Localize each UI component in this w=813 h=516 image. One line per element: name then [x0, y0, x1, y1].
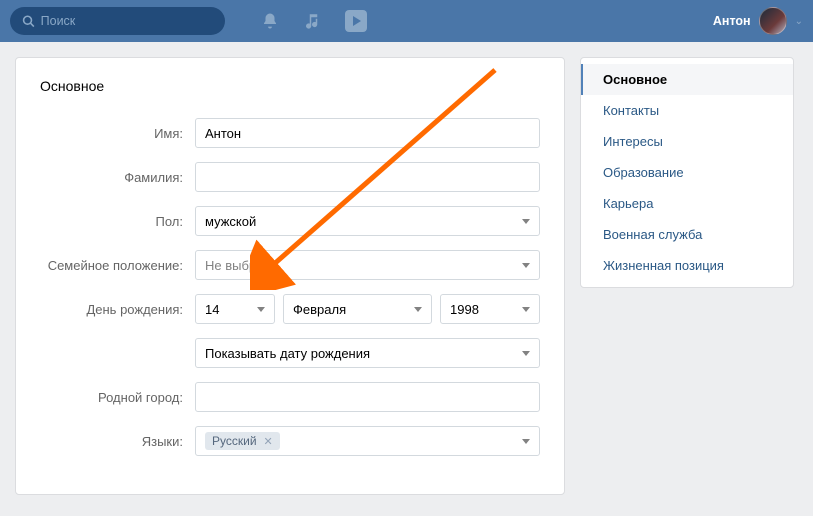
remove-language-icon[interactable]: ✕ [261, 435, 276, 448]
languages-select[interactable]: Русский ✕ [195, 426, 540, 456]
bell-icon[interactable] [261, 12, 279, 30]
label-relationship: Семейное положение: [40, 258, 195, 273]
chevron-down-icon [522, 307, 530, 312]
music-icon[interactable] [303, 12, 321, 30]
chevron-down-icon [257, 307, 265, 312]
label-hometown: Родной город: [40, 390, 195, 405]
bday-visibility-value: Показывать дату рождения [205, 346, 370, 361]
relationship-value: Не выбрано [205, 258, 278, 273]
bday-visibility-select[interactable]: Показывать дату рождения [195, 338, 540, 368]
chevron-down-icon [522, 219, 530, 224]
user-name: Антон [713, 14, 751, 28]
row-bday-visibility: Показывать дату рождения [40, 338, 540, 368]
language-token-label: Русский [212, 434, 257, 448]
first-name-input[interactable] [205, 126, 530, 141]
label-gender: Пол: [40, 214, 195, 229]
birth-month-select[interactable]: Февраля [283, 294, 432, 324]
play-icon[interactable] [345, 10, 367, 32]
label-first-name: Имя: [40, 126, 195, 141]
sidebar-item-career[interactable]: Карьера [581, 188, 793, 219]
row-hometown: Родной город: [40, 382, 540, 412]
row-first-name: Имя: [40, 118, 540, 148]
row-last-name: Фамилия: [40, 162, 540, 192]
row-relationship: Семейное положение: Не выбрано [40, 250, 540, 280]
input-last-name-wrap [195, 162, 540, 192]
input-first-name-wrap [195, 118, 540, 148]
sidebar-item-position[interactable]: Жизненная позиция [581, 250, 793, 281]
page-body: Основное Имя: Фамилия: Пол: мужской [0, 42, 813, 510]
sidebar-item-contacts[interactable]: Контакты [581, 95, 793, 126]
search-icon [22, 14, 35, 28]
sidebar: Основное Контакты Интересы Образование К… [580, 57, 794, 288]
birth-day-value: 14 [205, 302, 219, 317]
app-header: Антон ⌄ [0, 0, 813, 42]
gender-select[interactable]: мужской [195, 206, 540, 236]
header-icons [261, 10, 367, 32]
chevron-down-icon [414, 307, 422, 312]
sidebar-item-education[interactable]: Образование [581, 157, 793, 188]
row-languages: Языки: Русский ✕ [40, 426, 540, 456]
sidebar-item-interests[interactable]: Интересы [581, 126, 793, 157]
last-name-input[interactable] [205, 170, 530, 185]
relationship-select[interactable]: Не выбрано [195, 250, 540, 280]
birth-year-select[interactable]: 1998 [440, 294, 540, 324]
chevron-down-icon: ⌄ [795, 16, 803, 27]
row-gender: Пол: мужской [40, 206, 540, 236]
birth-month-value: Февраля [293, 302, 346, 317]
chevron-down-icon [522, 263, 530, 268]
sidebar-item-military[interactable]: Военная служба [581, 219, 793, 250]
birth-day-select[interactable]: 14 [195, 294, 275, 324]
sidebar-item-basic[interactable]: Основное [581, 64, 793, 95]
main-card: Основное Имя: Фамилия: Пол: мужской [15, 57, 565, 495]
chevron-down-icon [522, 439, 530, 444]
search-input[interactable] [41, 14, 213, 28]
input-hometown-wrap [195, 382, 540, 412]
user-menu[interactable]: Антон ⌄ [713, 7, 803, 35]
label-birthday: День рождения: [40, 302, 195, 317]
language-token: Русский ✕ [205, 432, 280, 450]
birth-year-value: 1998 [450, 302, 479, 317]
chevron-down-icon [522, 351, 530, 356]
label-languages: Языки: [40, 434, 195, 449]
avatar [759, 7, 787, 35]
search-box[interactable] [10, 7, 225, 35]
page-title: Основное [40, 78, 540, 94]
row-birthday: День рождения: 14 Февраля 1998 [40, 294, 540, 324]
hometown-input[interactable] [205, 390, 530, 405]
gender-value: мужской [205, 214, 256, 229]
label-last-name: Фамилия: [40, 170, 195, 185]
